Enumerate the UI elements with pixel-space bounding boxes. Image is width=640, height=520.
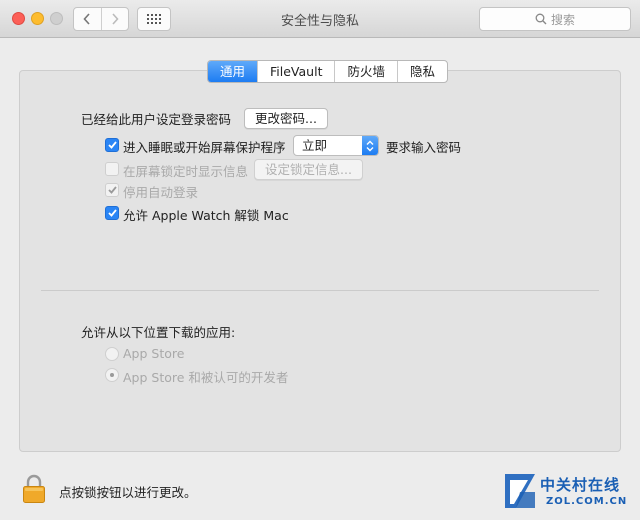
radio-app-store[interactable] <box>105 347 119 361</box>
password-delay-value: 立即 <box>302 138 328 153</box>
lock-message-checkbox[interactable] <box>105 162 119 176</box>
zol-logo-icon <box>502 470 538 516</box>
lock-icon <box>23 474 45 503</box>
lock-message-label: 在屏幕锁定时显示信息 <box>123 164 249 179</box>
radio-selected-dot <box>110 373 114 377</box>
checkmark-icon <box>107 209 117 217</box>
require-password-label: 要求输入密码 <box>386 140 462 155</box>
radio-app-store-identified[interactable] <box>105 368 119 382</box>
search-icon <box>535 13 547 25</box>
change-password-button[interactable]: 更改密码... <box>244 108 328 129</box>
general-panel: 已经给此用户设定登录密码 更改密码... 进入睡眠或开始屏幕保护程序 立即 要求… <box>19 70 621 452</box>
auto-login-label: 停用自动登录 <box>123 185 199 200</box>
radio-app-store-label: App Store <box>123 346 185 361</box>
auto-login-checkbox[interactable] <box>105 183 119 197</box>
search-input[interactable]: 搜索 <box>479 7 631 31</box>
tab-privacy[interactable]: 隐私 <box>397 61 447 82</box>
watermark-cn: 中关村在线 <box>540 476 621 494</box>
popup-arrows-icon <box>362 136 378 155</box>
lock-button[interactable] <box>22 474 46 508</box>
sleep-password-label: 进入睡眠或开始屏幕保护程序 <box>123 140 286 155</box>
section-divider <box>41 290 599 291</box>
watermark-en: ZOL.COM.CN <box>546 496 628 507</box>
password-set-label: 已经给此用户设定登录密码 <box>81 112 232 127</box>
password-delay-popup[interactable]: 立即 <box>293 135 379 156</box>
radio-app-store-identified-label: App Store 和被认可的开发者 <box>123 370 289 385</box>
tab-bar: 通用 FileVault 防火墙 隐私 <box>207 60 449 83</box>
tab-filevault[interactable]: FileVault <box>257 61 334 82</box>
apple-watch-checkbox[interactable] <box>105 206 119 220</box>
apple-watch-label: 允许 Apple Watch 解锁 Mac <box>123 208 289 223</box>
search-placeholder: 搜索 <box>550 12 575 27</box>
tab-general[interactable]: 通用 <box>208 61 258 82</box>
checkmark-icon <box>107 141 117 149</box>
checkmark-icon <box>107 186 117 194</box>
downloads-heading: 允许从以下位置下载的应用: <box>81 325 236 340</box>
title-bar: 安全性与隐私 搜索 <box>0 0 640 38</box>
sleep-password-checkbox[interactable] <box>105 138 119 152</box>
lock-hint-text: 点按锁按钮以进行更改。 <box>59 485 197 500</box>
set-lock-message-button[interactable]: 设定锁定信息... <box>254 159 363 180</box>
tab-firewall[interactable]: 防火墙 <box>334 61 397 82</box>
